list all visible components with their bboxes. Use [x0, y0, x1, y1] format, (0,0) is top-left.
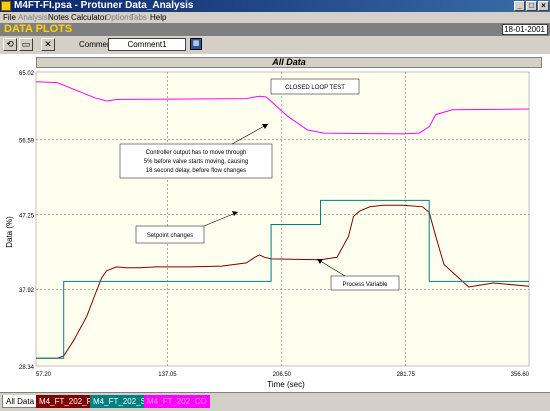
x-axis-label: Time (sec): [267, 380, 305, 389]
delete-button[interactable]: ✕: [41, 38, 55, 51]
y-axis-label: Data (%): [5, 216, 14, 248]
x-tick-label: 137.05: [158, 372, 177, 378]
y-tick-label: 47.25: [19, 213, 35, 219]
annotation-closed-loop: CLOSED LOOP TEST: [270, 78, 360, 95]
x-tick-label: 206.50: [273, 372, 292, 378]
window-title: M4FT-FI.psa - Protuner Data_Analysis: [14, 0, 194, 11]
y-tick-label: 28.34: [19, 365, 35, 371]
menu-tabs[interactable]: Tabs: [130, 12, 147, 23]
y-tick-label: 37.92: [19, 288, 35, 294]
open-button[interactable]: ▭: [19, 38, 33, 51]
close-button[interactable]: ×: [538, 1, 549, 11]
menu-file[interactable]: File: [3, 12, 16, 23]
menu-analysis[interactable]: Analysis: [18, 12, 48, 23]
controller-note-line-1: Controller output has to move through: [146, 150, 247, 156]
closed-loop-text: CLOSED LOOP TEST: [285, 85, 345, 91]
y-tick-label: 65.02: [19, 71, 35, 77]
controller-note-line-2: 5% before valve starts moving, causing: [144, 159, 248, 165]
chart-area: 28.34 37.92 47.25 56.59 65.02 57.20 137.05 206.…: [0, 54, 550, 392]
menu-help[interactable]: Help: [150, 12, 166, 23]
x-tick-label: 356.60: [511, 372, 530, 378]
app-icon: [1, 1, 11, 11]
y-tick-label: 56.59: [19, 139, 35, 145]
x-tick-label: 281.75: [397, 372, 416, 378]
menu-bar: File Analysis Notes Calculator Options T…: [0, 12, 550, 23]
tab-co[interactable]: M4_FT_202_CO: [144, 395, 210, 408]
maximize-button[interactable]: □: [526, 1, 537, 11]
x-tick-label: 57.20: [36, 372, 52, 378]
menu-options[interactable]: Options: [105, 12, 133, 23]
page-title: DATA PLOTS: [4, 23, 73, 35]
title-bar: M4FT-FI.psa - Protuner Data_Analysis _ □…: [0, 0, 550, 12]
data-plots-header: DATA PLOTS 18-01-2001: [0, 23, 550, 36]
setpoint-text: Setpoint changes: [147, 233, 193, 239]
minimize-button[interactable]: _: [514, 1, 525, 11]
comment-input[interactable]: [108, 38, 186, 51]
process-variable-text: Process Variable: [343, 282, 389, 288]
comment-apply-button[interactable]: ▦: [190, 38, 202, 50]
tab-strip: All Data M4_FT_202_PV M4_FT_202_SP M4_FT…: [0, 392, 550, 411]
date-display: 18-01-2001: [502, 24, 548, 35]
controller-note-line-3: 18 second delay, before flow changes: [146, 168, 246, 174]
menu-notes[interactable]: Notes: [48, 12, 69, 23]
toolbar: ⟲ ▭ ✕ Comment ▦: [0, 36, 550, 54]
menu-calculator[interactable]: Calculator: [71, 12, 107, 23]
plot-area: [35, 71, 530, 367]
line-chart: 28.34 37.92 47.25 56.59 65.02 57.20 137.05 206.…: [5, 71, 530, 389]
back-button[interactable]: ⟲: [3, 38, 17, 51]
tab-all-data[interactable]: All Data: [2, 395, 39, 408]
plot-title: All Data: [36, 57, 542, 68]
